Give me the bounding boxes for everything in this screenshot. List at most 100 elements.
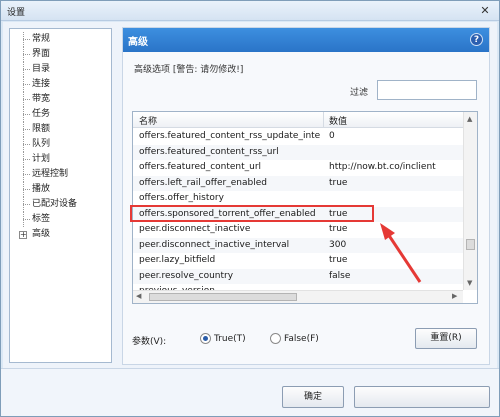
nav-item-queue[interactable]: 队列 bbox=[10, 137, 111, 152]
nav-item-label: 远程控制 bbox=[32, 169, 69, 179]
help-icon[interactable]: ? bbox=[470, 33, 483, 46]
nav-item-label: 常规 bbox=[32, 34, 51, 44]
tree-tick bbox=[23, 189, 30, 190]
section-label: 高级选项 [警告: 请勿修改!] bbox=[134, 65, 244, 75]
expand-plus-icon[interactable]: + bbox=[19, 231, 27, 239]
vertical-scrollbar[interactable]: ▲ ▼ bbox=[463, 112, 477, 290]
radio-true-label[interactable]: True(T) bbox=[214, 334, 246, 344]
radio-false-label[interactable]: False(F) bbox=[284, 334, 319, 344]
tree-tick bbox=[23, 114, 30, 115]
nav-item-tasks[interactable]: 任务 bbox=[10, 107, 111, 122]
settings-content: 常规 界面 目录 连接 带宽 任务 限额 队列 计划 远程控制 播放 已配对设备… bbox=[3, 22, 497, 368]
nav-item-connection[interactable]: 连接 bbox=[10, 77, 111, 92]
column-divider[interactable] bbox=[323, 112, 324, 128]
tree-tick bbox=[23, 84, 30, 85]
nav-item-label: 界面 bbox=[32, 49, 51, 59]
nav-item-scheduler[interactable]: 计划 bbox=[10, 152, 111, 167]
dialog-footer: 确定 bbox=[1, 368, 499, 416]
nav-item-label: 高级 bbox=[32, 229, 51, 239]
table-row[interactable]: peer.disconnect_inactive true bbox=[133, 222, 463, 238]
row-value: 300 bbox=[329, 239, 347, 250]
scroll-down-icon[interactable]: ▼ bbox=[467, 279, 472, 287]
table-row[interactable]: offers.featured_content_rss_url bbox=[133, 144, 463, 160]
nav-item-playback[interactable]: 播放 bbox=[10, 182, 111, 197]
row-value: true bbox=[329, 224, 348, 234]
tree-tick bbox=[23, 174, 30, 175]
tree-tick bbox=[23, 159, 30, 160]
scrollbar-thumb[interactable] bbox=[149, 293, 297, 301]
tree-tick bbox=[23, 39, 30, 40]
row-name: offers.featured_content_rss_url bbox=[139, 146, 279, 157]
title-bar: 设置 ✕ bbox=[1, 1, 499, 21]
nav-item-label: 标签 bbox=[32, 214, 51, 224]
nav-item-general[interactable]: 常规 bbox=[10, 32, 111, 47]
filter-input[interactable] bbox=[377, 80, 477, 100]
column-header-value[interactable]: 数值 bbox=[329, 114, 347, 127]
panel-title: 高级 bbox=[128, 37, 148, 48]
nav-item-label: 带宽 bbox=[32, 94, 51, 104]
nav-item-bandwidth[interactable]: 带宽 bbox=[10, 92, 111, 107]
nav-item-label: 任务 bbox=[32, 109, 51, 119]
nav-item-label: 播放 bbox=[32, 184, 51, 194]
table-row[interactable]: peer.lazy_bitfield true bbox=[133, 253, 463, 269]
scroll-left-icon[interactable]: ◀ bbox=[136, 292, 141, 300]
table-row[interactable]: offers.left_rail_offer_enabled true bbox=[133, 175, 463, 191]
tree-tick bbox=[23, 129, 30, 130]
window-title: 设置 bbox=[7, 8, 26, 18]
nav-item-directories[interactable]: 目录 bbox=[10, 62, 111, 77]
tree-tick bbox=[23, 219, 30, 220]
nav-item-paired-devices[interactable]: 已配对设备 bbox=[10, 197, 111, 212]
column-header-name[interactable]: 名称 bbox=[139, 114, 157, 127]
row-name: peer.disconnect_inactive bbox=[139, 224, 251, 234]
radio-false[interactable] bbox=[270, 333, 281, 344]
nav-item-advanced[interactable]: + 高级 bbox=[10, 227, 111, 242]
row-name: offers.featured_content_url bbox=[139, 162, 262, 172]
filter-label: 过滤 bbox=[350, 88, 369, 98]
advanced-panel: 高级 ? 高级选项 [警告: 请勿修改!] 过滤 名称 数值 offers.fe… bbox=[122, 27, 490, 365]
scroll-right-icon[interactable]: ▶ bbox=[452, 292, 457, 300]
reset-button[interactable]: 重置(R) bbox=[415, 328, 477, 349]
row-value: false bbox=[329, 270, 351, 281]
nav-item-limits[interactable]: 限额 bbox=[10, 122, 111, 137]
nav-item-remote-control[interactable]: 远程控制 bbox=[10, 167, 111, 182]
tree-tick bbox=[23, 144, 30, 145]
nav-item-label: 已配对设备 bbox=[32, 199, 78, 209]
table-row[interactable]: offers.featured_content_url http://now.b… bbox=[133, 160, 463, 176]
table-row[interactable]: peer.disconnect_inactive_interval 300 bbox=[133, 237, 463, 253]
tree-tick bbox=[23, 204, 30, 205]
secondary-button[interactable] bbox=[354, 386, 490, 408]
scroll-up-icon[interactable]: ▲ bbox=[467, 115, 472, 123]
nav-item-label: 目录 bbox=[32, 64, 51, 74]
table-header: 名称 数值 bbox=[133, 112, 477, 128]
settings-nav-tree: 常规 界面 目录 连接 带宽 任务 限额 队列 计划 远程控制 播放 已配对设备… bbox=[9, 28, 112, 363]
row-name: peer.resolve_country bbox=[139, 270, 234, 281]
row-value: 0 bbox=[329, 131, 335, 141]
nav-item-interface[interactable]: 界面 bbox=[10, 47, 111, 62]
radio-true[interactable] bbox=[200, 333, 211, 344]
panel-header: 高级 ? bbox=[123, 28, 489, 52]
ok-button[interactable]: 确定 bbox=[282, 386, 344, 408]
table-row[interactable]: offers.featured_content_rss_update_inter… bbox=[133, 129, 463, 145]
radio-selected-dot bbox=[203, 336, 208, 341]
scrollbar-thumb[interactable] bbox=[466, 239, 475, 250]
nav-item-label: 限额 bbox=[32, 124, 51, 134]
tree-tick bbox=[23, 54, 30, 55]
row-name: peer.lazy_bitfield bbox=[139, 255, 216, 265]
row-name: offers.left_rail_offer_enabled bbox=[139, 177, 267, 188]
nav-item-label: 连接 bbox=[32, 79, 51, 89]
nav-item-labels[interactable]: 标签 bbox=[10, 212, 111, 227]
tree-tick bbox=[23, 99, 30, 100]
close-icon[interactable]: ✕ bbox=[477, 3, 493, 18]
nav-item-label: 计划 bbox=[32, 154, 51, 164]
tree-tick bbox=[23, 69, 30, 70]
row-name: offers.featured_content_rss_update_inter… bbox=[139, 131, 321, 141]
highlight-box bbox=[130, 205, 374, 222]
horizontal-scrollbar[interactable]: ◀ ▶ bbox=[133, 290, 463, 303]
row-value: http://now.bt.co/inclient bbox=[329, 162, 436, 172]
table-row[interactable]: peer.resolve_country false bbox=[133, 268, 463, 284]
row-value: true bbox=[329, 255, 348, 265]
row-name: peer.disconnect_inactive_interval bbox=[139, 239, 290, 250]
param-label: 参数(V): bbox=[132, 337, 167, 347]
nav-item-label: 队列 bbox=[32, 139, 51, 149]
row-value: true bbox=[329, 177, 348, 188]
